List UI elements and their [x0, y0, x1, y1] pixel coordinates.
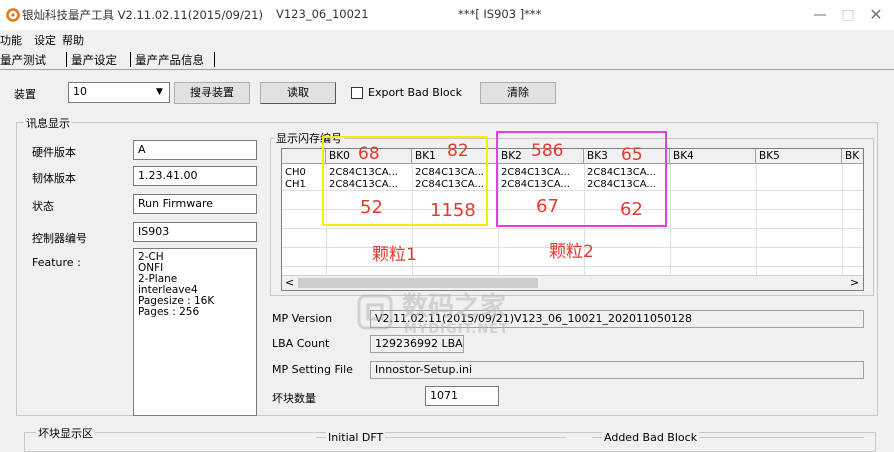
lba-count-label: LBA Count: [272, 337, 330, 350]
device-label: 装置: [14, 88, 36, 101]
clear-button[interactable]: 清除: [480, 82, 556, 104]
tab-divider: [214, 52, 215, 67]
watermark-logo-icon: [357, 294, 393, 330]
status-field: Run Firmware: [133, 194, 257, 214]
search-device-button[interactable]: 搜寻装置: [174, 82, 250, 104]
annotation-bk2-top: 586: [531, 141, 564, 161]
window-title: 银灿科技量产工具 V2.11.02.11(2015/09/21): [22, 8, 263, 22]
status-label: 状态: [32, 200, 54, 213]
bad-block-count-label: 坏块数量: [272, 392, 316, 405]
lba-count-field: 129236992 LBAs: [370, 335, 464, 353]
row-label-ch1: CH1: [285, 179, 306, 190]
column-header-bk5[interactable]: BK5: [756, 149, 842, 164]
tab-product-info[interactable]: 量产产品信息: [135, 52, 204, 68]
export-bad-block-label: Export Bad Block: [368, 86, 463, 99]
grid-line: [756, 164, 757, 276]
info-group-title: 讯息显示: [24, 115, 72, 131]
menu-function[interactable]: 功能: [0, 32, 22, 48]
bad-block-group-title: 坏块显示区: [36, 425, 95, 441]
scroll-left-icon[interactable]: <: [285, 276, 294, 289]
grid-line: [282, 228, 863, 229]
tab-underline: [0, 69, 894, 70]
feature-list: 2-CH ONFI 2-Plane interleave4 Pagesize :…: [133, 248, 257, 416]
tab-mp-test[interactable]: 量产测试: [0, 52, 46, 68]
initial-dft-label: Initial DFT: [326, 431, 386, 444]
controller-field: IS903: [133, 222, 257, 242]
watermark-text: 数码之家: [402, 292, 507, 322]
mp-setting-file-label: MP Setting File: [272, 363, 353, 376]
device-select-value: 10: [73, 85, 87, 98]
chevron-down-icon[interactable]: ▼: [152, 85, 167, 100]
hardware-version-field: A: [133, 140, 257, 160]
watermark-url: MYDIGIT.NET: [404, 322, 509, 337]
horizontal-scrollbar[interactable]: < >: [282, 275, 863, 290]
window-title-device: ***[ IS903 ]***: [458, 7, 542, 21]
firmware-version-field: 1.23.41.00: [133, 166, 257, 186]
read-button[interactable]: 读取: [260, 82, 336, 104]
annotation-bk3-bottom: 62: [620, 199, 643, 220]
row-label-ch0: CH0: [285, 167, 306, 178]
menu-settings[interactable]: 设定: [34, 32, 56, 48]
added-bad-block-label: Added Bad Block: [602, 431, 700, 444]
annotation-bk0-bottom: 52: [360, 197, 383, 218]
scroll-right-icon[interactable]: >: [850, 276, 859, 289]
table-corner-header: [282, 149, 326, 164]
minimize-button[interactable]: —: [806, 4, 834, 26]
bad-block-count-field: 1071: [425, 386, 499, 406]
column-header-bk6[interactable]: BK: [842, 149, 863, 164]
annotation-bk1-top: 82: [447, 141, 469, 161]
annotation-chip1: 颗粒1: [372, 245, 417, 265]
grid-line: [670, 164, 671, 276]
tab-mp-settings[interactable]: 量产设定: [71, 52, 117, 68]
controller-label: 控制器编号: [32, 232, 87, 245]
export-bad-block-checkbox[interactable]: [351, 87, 363, 99]
mp-setting-file-field: Innostor-Setup.ini: [370, 361, 864, 379]
annotation-bk3-top: 65: [621, 145, 643, 165]
annotation-chip2: 颗粒2: [549, 242, 594, 262]
maximize-button[interactable]: □: [834, 4, 862, 26]
annotation-bk0-top: 68: [358, 144, 380, 164]
bad-block-groupbox: [24, 432, 876, 452]
menu-help[interactable]: 帮助: [62, 32, 84, 48]
close-button[interactable]: ✕: [862, 4, 890, 26]
column-header-bk4[interactable]: BK4: [670, 149, 756, 164]
app-logo-icon: [6, 8, 20, 22]
tab-divider: [130, 52, 131, 67]
firmware-version-label: 韧体版本: [32, 172, 76, 185]
hardware-version-label: 硬件版本: [32, 146, 76, 159]
feature-label: Feature :: [32, 256, 81, 269]
annotation-bk2-bottom: 67: [536, 196, 559, 217]
window-title-version: V123_06_10021: [276, 7, 369, 21]
tab-divider: [66, 52, 67, 67]
device-select[interactable]: 10 ▼: [68, 82, 170, 103]
feature-item: Pages : 256: [138, 306, 200, 318]
annotation-bk1-bottom: 1158: [430, 200, 476, 221]
grid-line: [282, 266, 863, 267]
grid-line: [842, 164, 843, 276]
mp-version-label: MP Version: [272, 312, 333, 325]
